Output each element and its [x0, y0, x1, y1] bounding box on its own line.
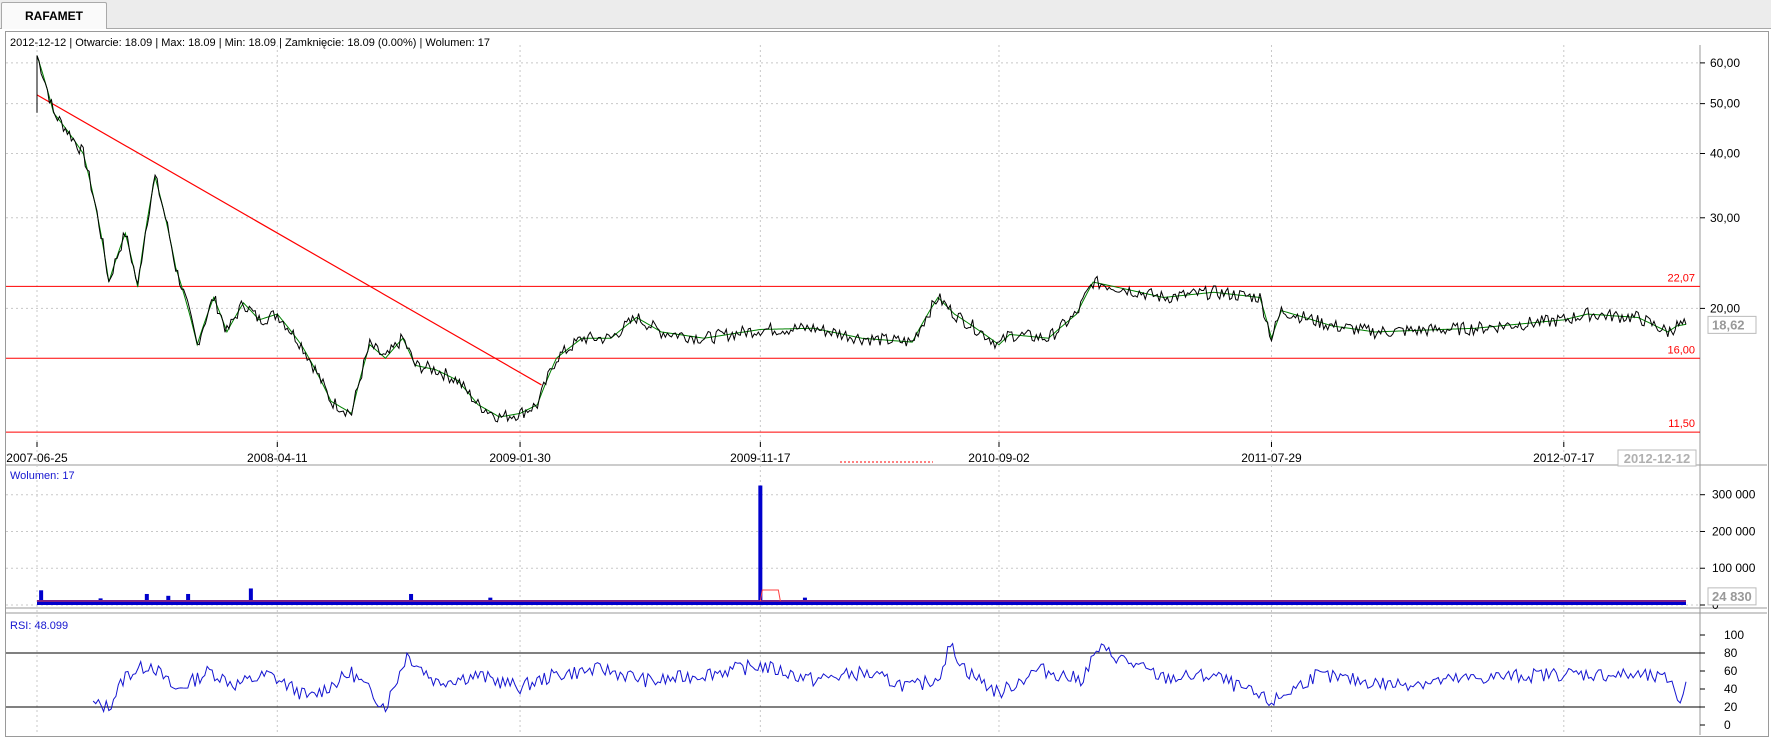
- rsi-tick-label: 20: [1724, 700, 1738, 714]
- x-tick-label: 2007-06-25: [6, 451, 68, 465]
- rsi-tick-label: 60: [1724, 664, 1738, 678]
- x-tick-label: 2010-09-02: [968, 451, 1030, 465]
- trendline: [36, 94, 542, 386]
- volume-series: [37, 485, 1686, 605]
- price-series: 22,07 16,00 11,50: [6, 55, 1700, 463]
- volume-bar: [166, 595, 171, 605]
- last-price-label: 18,62: [1712, 317, 1745, 332]
- rsi-line: [92, 642, 1687, 714]
- rsi-series: [6, 642, 1700, 714]
- x-tick-label: 2009-01-30: [489, 451, 551, 465]
- x-tick-label: 2009-11-17: [730, 451, 791, 465]
- volume-bar: [758, 485, 763, 605]
- horizontal-level-label: 11,50: [1668, 418, 1695, 430]
- volume-average-bump: [759, 589, 781, 602]
- info-line: 2012-12-12 | Otwarcie: 18.09 | Max: 18.0…: [10, 37, 490, 49]
- volume-bar: [39, 590, 44, 605]
- rsi-tick-label: 100: [1724, 628, 1744, 642]
- volume-bar: [409, 593, 414, 605]
- y-tick-label: 30,00: [1710, 211, 1740, 225]
- volume-bar: [186, 593, 191, 605]
- rsi-tick-label: 80: [1724, 646, 1738, 660]
- volume-label: Wolumen: 17: [10, 470, 75, 482]
- rsi-tick-label: 0: [1724, 718, 1731, 732]
- volume-bar: [248, 588, 253, 605]
- x-tick-label: 2011-07-29: [1241, 451, 1302, 465]
- y-tick-label: 60,00: [1710, 56, 1740, 70]
- y-tick-label: 20,00: [1710, 301, 1740, 315]
- last-date-label: 2012-12-12: [1624, 451, 1691, 466]
- x-tick-label: 2012-07-17: [1533, 451, 1595, 465]
- rsi-tick-label: 40: [1724, 682, 1738, 696]
- price-line: [36, 55, 1687, 423]
- volume-bar: [144, 593, 149, 605]
- y-tick-label: 40,00: [1710, 146, 1740, 160]
- volume-tick-label: 200 000: [1712, 524, 1756, 538]
- volume-bar: [98, 598, 103, 605]
- y-tick-label: 50,00: [1710, 97, 1740, 111]
- horizontal-level-label: 16,00: [1667, 344, 1695, 356]
- rsi-label: RSI: 48.099: [10, 620, 68, 632]
- last-volume-label: 24 830: [1712, 589, 1752, 604]
- volume-tick-label: 300 000: [1712, 488, 1756, 502]
- stock-chart: 2012-12-12 | Otwarcie: 18.09 | Max: 18.0…: [6, 37, 1767, 735]
- volume-tick-label: 100 000: [1712, 561, 1756, 575]
- grid-lines: [6, 45, 1705, 735]
- moving-average-line: [36, 55, 1687, 418]
- axis-labels: 2007-06-25 2008-04-11 2009-01-30 2009-11-17…: [6, 56, 1757, 732]
- x-tick-label: 2008-04-11: [247, 451, 308, 465]
- horizontal-level-label: 22,07: [1667, 272, 1695, 284]
